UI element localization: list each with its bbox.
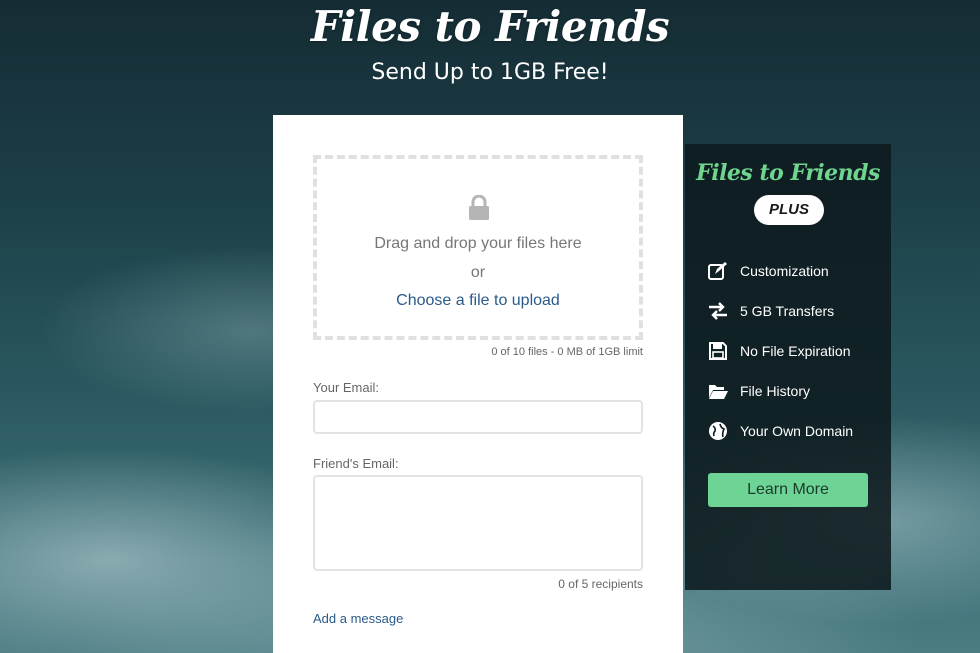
or-text: or [470,264,486,281]
plus-panel-title: Files to Friends [696,160,880,186]
file-dropzone[interactable]: Drag and drop your files here or Choose … [313,155,643,340]
feature-item: File History [707,380,810,402]
plus-badge: PLUS [754,195,824,225]
folder-open-icon [709,385,728,399]
site-tagline: Send Up to 1GB Free! [371,60,609,85]
add-message-link[interactable]: Add a message [313,611,403,626]
feature-label: No File Expiration [740,343,851,359]
feature-item: Customization [707,260,829,282]
feature-label: Customization [740,263,829,279]
site-logo-title: Files to Friends [310,2,670,51]
edit-icon [708,262,727,280]
feature-item: No File Expiration [707,340,851,362]
your-email-label: Your Email: [313,380,379,395]
learn-more-button[interactable]: Learn More [708,473,868,507]
file-limit-text: 0 of 10 files - 0 MB of 1GB limit [491,346,643,358]
choose-file-link[interactable]: Choose a file to upload [317,292,639,310]
feature-item: Your Own Domain [707,420,853,442]
friends-email-field[interactable] [313,475,643,571]
globe-icon [709,422,727,440]
your-email-field[interactable] [313,400,643,434]
feature-label: Your Own Domain [740,423,854,439]
upload-card: Drag and drop your files here or Choose … [273,115,683,653]
feature-item: 5 GB Transfers [707,300,834,322]
feature-label: File History [740,383,811,399]
plus-promo-panel: Files to Friends PLUS Customization 5 GB… [685,144,891,590]
lock-icon [469,195,489,220]
transfer-arrows-icon [709,302,727,320]
drag-drop-text: Drag and drop your files here [374,235,582,252]
floppy-disk-icon [709,342,727,360]
friends-email-label: Friend's Email: [313,456,399,471]
feature-label: 5 GB Transfers [740,303,835,319]
recipients-count: 0 of 5 recipients [558,577,643,591]
